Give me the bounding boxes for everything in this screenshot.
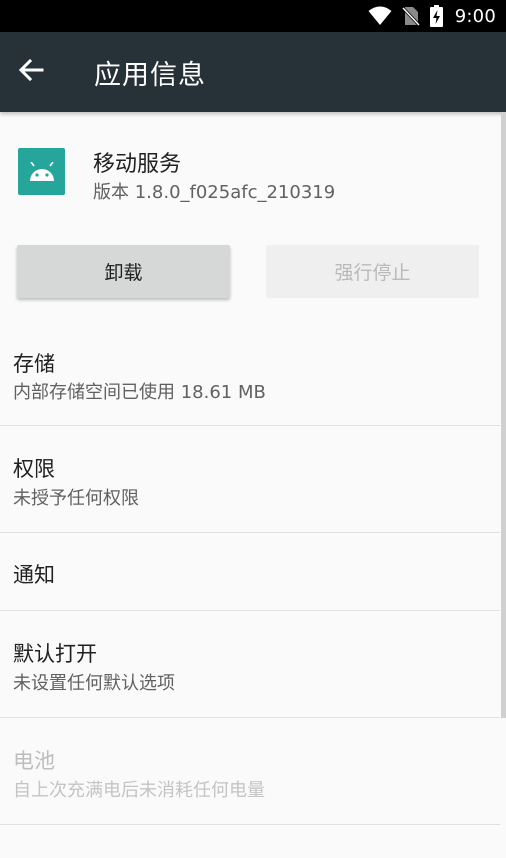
uninstall-button[interactable]: 卸载 bbox=[17, 245, 230, 298]
arrow-back-icon bbox=[18, 58, 44, 86]
scrollbar[interactable] bbox=[501, 112, 506, 718]
no-sim-icon bbox=[401, 6, 420, 26]
status-time: 9:00 bbox=[454, 5, 496, 27]
force-stop-button: 强行停止 bbox=[266, 245, 479, 298]
settings-item-title: 权限 bbox=[13, 457, 55, 481]
settings-list: 存储 内部存储空间已使用 18.61 MB 权限 未授予任何权限 通知 默认打开… bbox=[0, 320, 500, 825]
android-icon bbox=[18, 148, 65, 195]
settings-item-title: 电池 bbox=[13, 749, 55, 773]
wifi-icon bbox=[368, 6, 392, 26]
app-info-screen: 9:00 应用信息 移动服务 版本 1.8.0_f025afc_210319 卸… bbox=[0, 0, 506, 858]
battery-charging-icon bbox=[429, 5, 443, 27]
settings-item-open-by-default[interactable]: 默认打开 未设置任何默认选项 bbox=[0, 611, 500, 718]
back-button[interactable] bbox=[2, 32, 60, 112]
settings-item-permissions[interactable]: 权限 未授予任何权限 bbox=[0, 426, 500, 533]
settings-item-notifications[interactable]: 通知 bbox=[0, 533, 500, 611]
app-version: 版本 1.8.0_f025afc_210319 bbox=[93, 182, 336, 203]
app-name: 移动服务 bbox=[93, 152, 182, 177]
settings-item-summary: 自上次充满电后未消耗任何电量 bbox=[13, 780, 265, 801]
settings-item-summary: 未设置任何默认选项 bbox=[13, 673, 175, 694]
settings-item-title: 默认打开 bbox=[13, 642, 97, 666]
settings-item-title: 存储 bbox=[13, 352, 55, 376]
app-header: 移动服务 版本 1.8.0_f025afc_210319 bbox=[0, 112, 506, 232]
toolbar: 应用信息 bbox=[0, 32, 506, 112]
settings-item-storage[interactable]: 存储 内部存储空间已使用 18.61 MB bbox=[0, 320, 500, 426]
page-title: 应用信息 bbox=[94, 59, 206, 91]
status-bar: 9:00 bbox=[0, 0, 506, 32]
settings-item-summary: 未授予任何权限 bbox=[13, 488, 139, 509]
settings-item-title: 通知 bbox=[13, 563, 55, 587]
settings-item-summary: 内部存储空间已使用 18.61 MB bbox=[13, 382, 266, 403]
settings-item-battery: 电池 自上次充满电后未消耗任何电量 bbox=[0, 718, 500, 825]
